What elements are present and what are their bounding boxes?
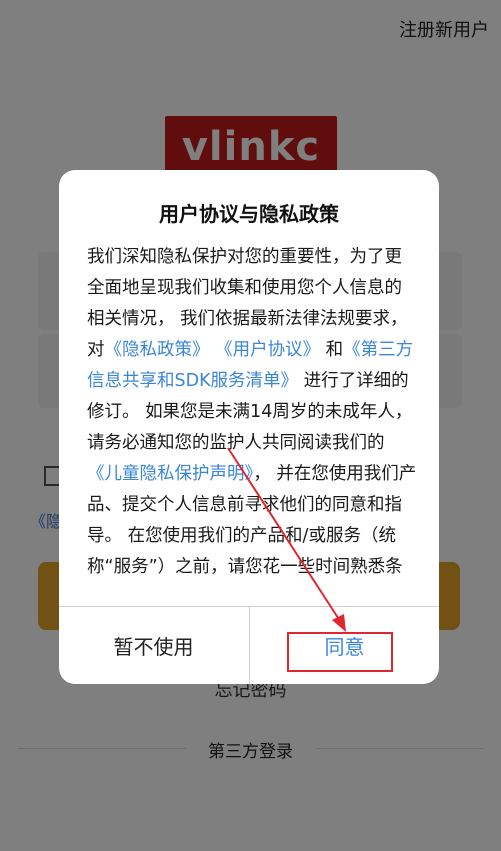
body-text-and: 和 <box>325 340 344 360</box>
decline-button[interactable]: 暂不使用 <box>59 607 248 684</box>
dialog-body-text: 我们深知隐私保护对您的重要性，为了更全面地呈现我们收集和使用您个人信息的相关情况… <box>87 242 417 578</box>
user-agreement-link[interactable]: 《用户协议》 <box>215 340 320 360</box>
children-privacy-link[interactable]: 《儿童隐私保护声明》 <box>87 464 253 484</box>
dialog-title: 用户协议与隐私政策 <box>159 202 339 226</box>
privacy-policy-dialog: 用户协议与隐私政策 我们深知隐私保护对您的重要性，为了更全面地呈现我们收集和使用… <box>59 170 439 684</box>
privacy-policy-link[interactable]: 《隐私政策》 <box>105 340 210 360</box>
annotation-highlight-box <box>287 632 393 672</box>
